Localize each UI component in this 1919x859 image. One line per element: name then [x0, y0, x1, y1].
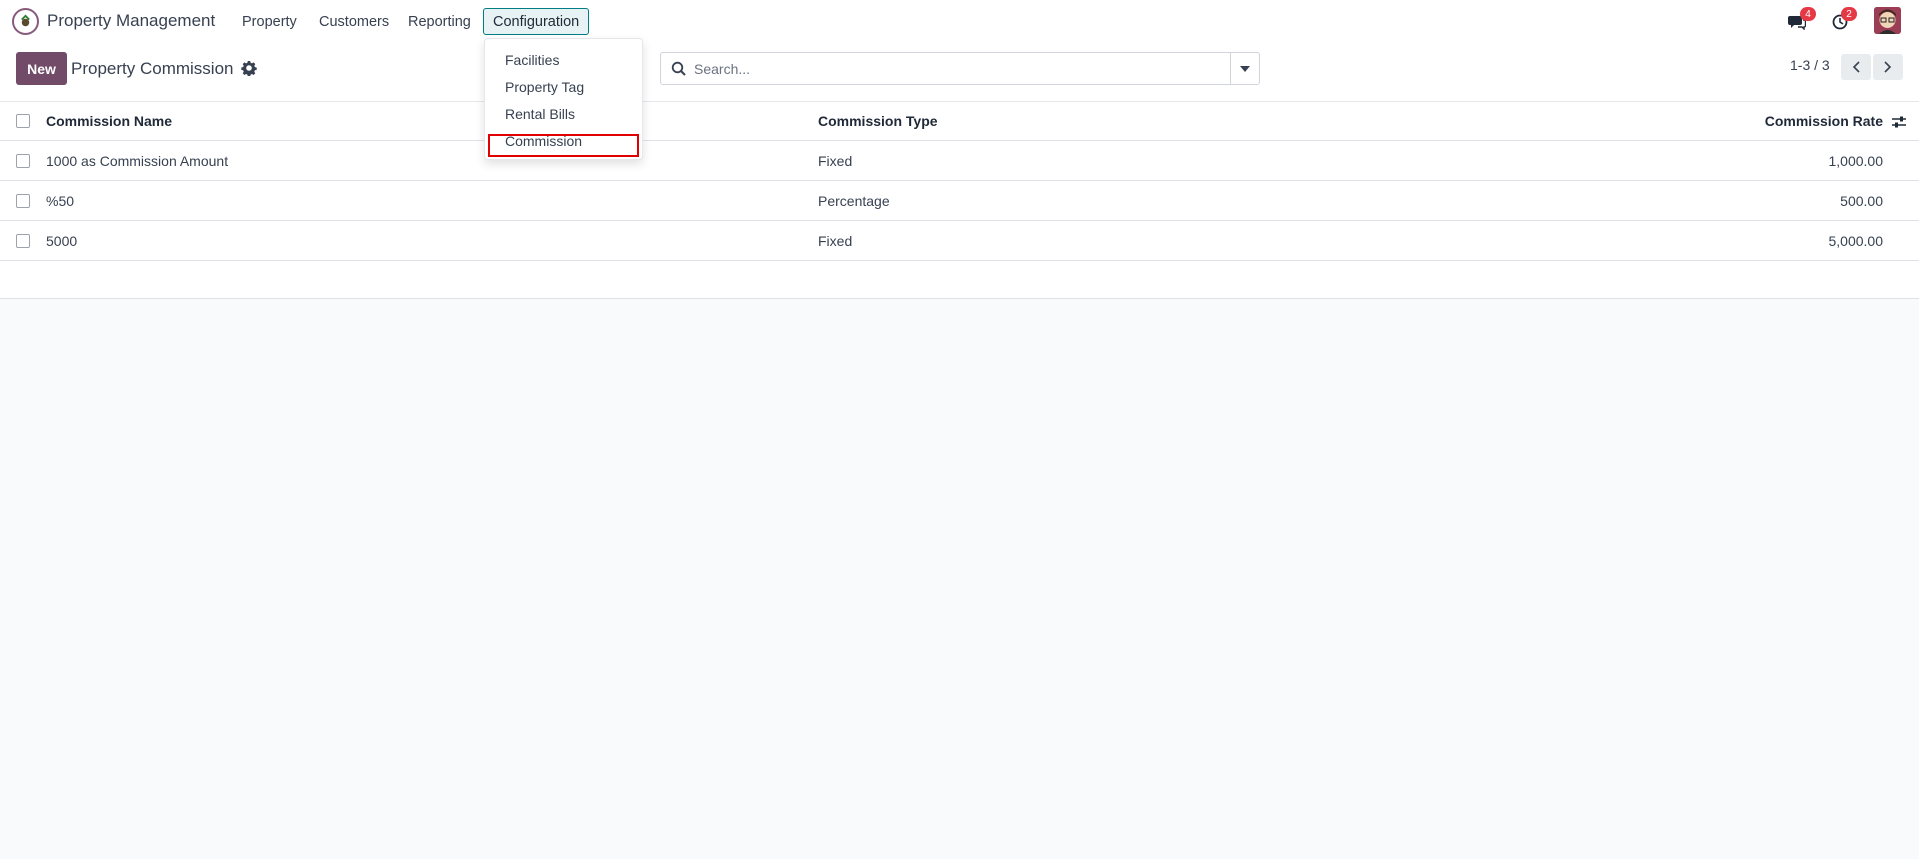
messages-button[interactable]: 4 [1783, 7, 1816, 35]
commission-rate-cell[interactable]: 5,000.00 [1829, 221, 1884, 260]
search-options-toggle[interactable] [1230, 53, 1259, 84]
optional-columns-icon[interactable] [1891, 114, 1907, 130]
commission-rate-cell[interactable]: 1,000.00 [1829, 141, 1884, 180]
app-brand[interactable]: Property Management [47, 11, 215, 31]
select-all-checkbox[interactable] [16, 114, 30, 128]
user-avatar[interactable] [1874, 7, 1901, 34]
messages-badge: 4 [1800, 7, 1816, 21]
column-header-commission-rate[interactable]: Commission Rate [1765, 102, 1883, 140]
pager-value[interactable]: 1-3 / 3 [1790, 57, 1830, 73]
menu-item-property-tag[interactable]: Property Tag [505, 79, 584, 95]
row-checkbox[interactable] [16, 153, 30, 168]
table-row[interactable]: 5000 Fixed 5,000.00 [0, 221, 1919, 261]
menu-item-commission[interactable]: Commission [505, 133, 582, 149]
menu-item-rental-bills[interactable]: Rental Bills [505, 106, 575, 122]
commission-type-cell[interactable]: Fixed [818, 141, 852, 180]
control-panel: New Property Commission 1-3 / 3 [0, 42, 1919, 102]
gear-icon[interactable] [241, 60, 257, 76]
row-checkbox[interactable] [16, 233, 30, 248]
commission-list-table: Commission Name Commission Type Commissi… [0, 102, 1919, 299]
column-header-commission-type[interactable]: Commission Type [818, 102, 938, 140]
table-row[interactable]: 1000 as Commission Amount Fixed 1,000.00 [0, 141, 1919, 181]
menu-reporting[interactable]: Reporting [398, 8, 481, 35]
top-navbar: Property Management Property Customers R… [0, 0, 1919, 42]
page-title[interactable]: Property Commission [71, 59, 234, 79]
commission-type-cell[interactable]: Fixed [818, 221, 852, 260]
table-footer-row [0, 261, 1919, 299]
activities-badge: 2 [1841, 7, 1857, 21]
search-bar [660, 52, 1260, 85]
app-home-icon[interactable] [12, 8, 39, 35]
menu-customers[interactable]: Customers [309, 8, 399, 35]
menu-configuration[interactable]: Configuration [483, 8, 590, 35]
menu-property[interactable]: Property [232, 8, 307, 35]
chevron-left-icon [1852, 61, 1860, 73]
configuration-dropdown-menu: Facilities Property Tag Rental Bills Com… [484, 38, 643, 160]
caret-down-icon [1240, 65, 1250, 72]
commission-name-cell[interactable]: 5000 [46, 221, 77, 260]
search-input[interactable] [694, 57, 1239, 81]
activities-button[interactable]: 2 [1826, 7, 1857, 35]
commission-name-cell[interactable]: %50 [46, 181, 74, 220]
column-header-commission-name[interactable]: Commission Name [46, 102, 172, 140]
commission-name-cell[interactable]: 1000 as Commission Amount [46, 141, 228, 180]
row-checkbox[interactable] [16, 193, 30, 208]
commission-type-cell[interactable]: Percentage [818, 181, 890, 220]
menu-item-facilities[interactable]: Facilities [505, 52, 559, 68]
pager-next-button[interactable] [1873, 54, 1903, 80]
chevron-right-icon [1884, 61, 1892, 73]
search-icon [671, 61, 686, 76]
table-header-row: Commission Name Commission Type Commissi… [0, 102, 1919, 141]
new-button[interactable]: New [16, 52, 67, 85]
table-row[interactable]: %50 Percentage 500.00 [0, 181, 1919, 221]
commission-rate-cell[interactable]: 500.00 [1840, 181, 1883, 220]
pager-previous-button[interactable] [1841, 54, 1871, 80]
